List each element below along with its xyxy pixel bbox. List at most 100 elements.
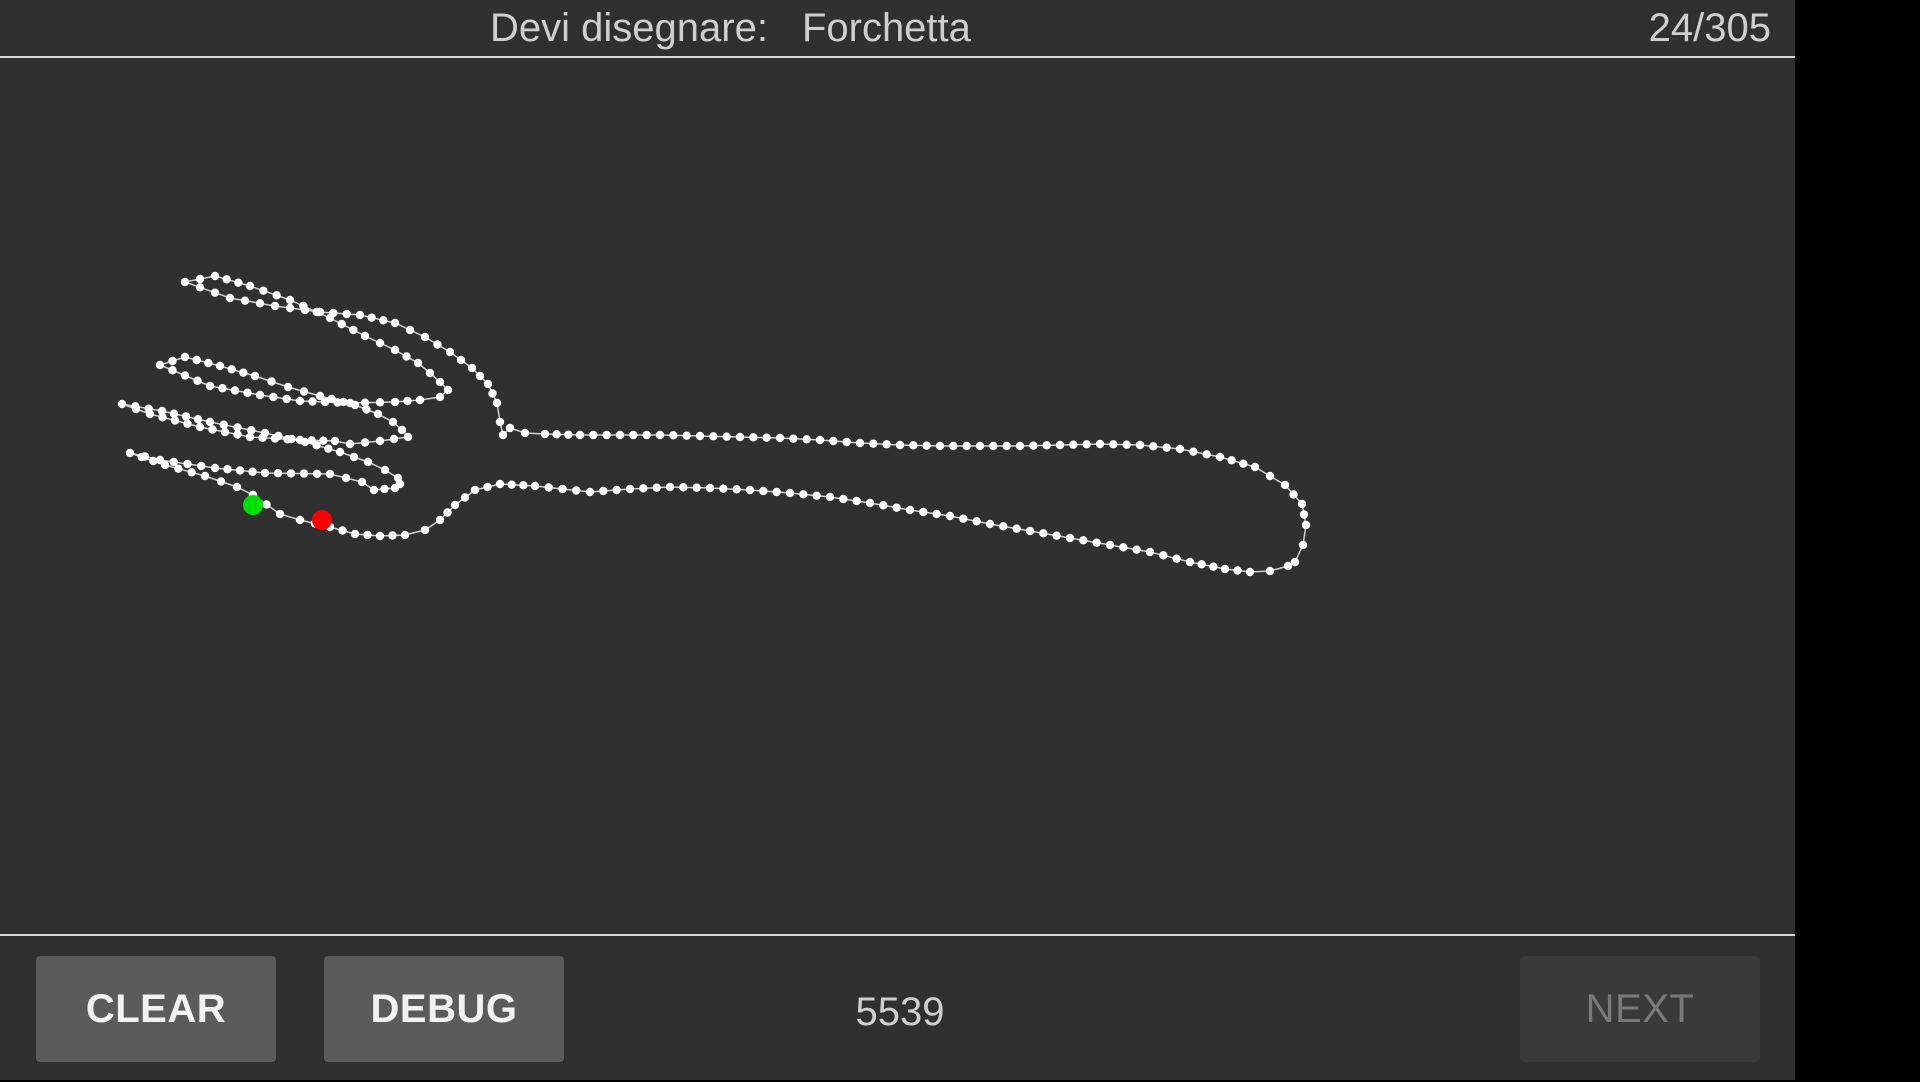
stroke-point <box>195 283 205 292</box>
stroke-point <box>879 501 888 510</box>
stroke-point <box>492 398 502 408</box>
stroke-point <box>355 310 365 320</box>
stroke-point <box>285 303 295 313</box>
stroke-point <box>507 480 516 489</box>
stroke-point <box>335 447 345 457</box>
stroke-point <box>483 482 492 492</box>
stroke-point <box>475 371 485 381</box>
stroke-point <box>722 432 731 441</box>
stroke-point <box>456 355 466 365</box>
stroke-point <box>400 530 410 540</box>
stroke-point <box>865 498 875 508</box>
stroke-point <box>629 430 638 440</box>
stroke-point <box>1185 557 1195 567</box>
stroke-point <box>558 484 567 494</box>
stroke-point <box>155 455 165 465</box>
stroke-point <box>1289 490 1298 499</box>
stroke-point <box>945 511 955 521</box>
stroke-point <box>192 355 201 365</box>
stroke-point <box>239 368 248 377</box>
stroke-point <box>949 441 958 451</box>
stroke-point <box>363 530 372 540</box>
stroke-point <box>195 422 205 432</box>
stroke-point <box>709 432 718 441</box>
stroke-point <box>759 486 768 496</box>
drawing-canvas[interactable] <box>0 58 1795 934</box>
stroke-point <box>544 483 553 492</box>
stroke-point <box>1095 439 1105 449</box>
stroke-point <box>1145 547 1155 557</box>
stroke-point <box>210 288 220 297</box>
stroke-point <box>825 492 835 502</box>
stroke-point <box>230 386 240 395</box>
next-button[interactable]: NEXT <box>1520 956 1760 1062</box>
stroke-point <box>1012 524 1021 533</box>
stroke-point <box>285 295 295 305</box>
stroke-point <box>168 366 177 375</box>
stroke-point <box>205 417 215 427</box>
stroke-point <box>959 514 968 523</box>
stroke-point <box>283 435 292 444</box>
stroke-point <box>325 469 335 479</box>
stroke-point <box>1055 440 1065 450</box>
clear-button[interactable]: CLEAR <box>36 956 276 1062</box>
stroke-point <box>1250 462 1260 472</box>
stroke-point <box>208 425 217 434</box>
stroke-point <box>232 482 242 492</box>
drawing-stroke-line <box>121 275 1307 573</box>
stroke-point <box>749 433 758 442</box>
stroke-point <box>195 274 205 284</box>
debug-button[interactable]: DEBUG <box>324 956 564 1062</box>
stroke-point <box>390 345 400 355</box>
stroke-point <box>388 417 398 427</box>
stroke-point <box>183 459 192 469</box>
stroke-point <box>935 441 945 451</box>
stroke-point <box>260 468 270 478</box>
stroke-point <box>488 389 497 398</box>
stroke-point <box>1197 560 1206 569</box>
stroke-point <box>1298 540 1308 550</box>
stroke-point <box>248 467 257 476</box>
stroke-point <box>695 431 705 441</box>
stroke-point <box>299 469 309 478</box>
stroke-point <box>225 293 235 303</box>
stroke-point <box>324 444 333 453</box>
stroke-point <box>812 491 821 500</box>
stroke-point <box>349 325 358 335</box>
stroke-point <box>390 318 400 328</box>
stroke-point <box>1265 471 1275 481</box>
stroke-point <box>117 399 127 409</box>
stroke-point <box>180 371 190 380</box>
stroke-point <box>775 433 785 443</box>
stroke-point <box>1015 441 1025 451</box>
stroke-point <box>315 307 325 317</box>
stroke-point <box>829 436 838 446</box>
stroke-point <box>312 469 322 478</box>
stroke-point <box>842 437 851 447</box>
stroke-point <box>405 325 415 335</box>
stroke-point <box>435 515 445 525</box>
stroke-point <box>575 430 585 440</box>
stroke-point <box>223 465 232 474</box>
stroke-point <box>1245 567 1255 577</box>
stroke-point <box>1227 456 1236 465</box>
stroke-point <box>403 432 413 442</box>
stroke-point <box>227 365 236 374</box>
stroke-point <box>1039 529 1048 538</box>
stroke-point <box>505 423 515 433</box>
stroke-point <box>169 457 178 467</box>
stroke-point <box>602 430 611 440</box>
stroke-point <box>1025 526 1035 536</box>
stroke-point <box>215 361 225 371</box>
stroke-point <box>470 485 480 495</box>
stroke-point <box>205 381 215 391</box>
stroke-point <box>1202 450 1211 459</box>
stroke-point <box>125 448 135 458</box>
stroke-point <box>435 377 445 387</box>
stroke-point <box>180 352 190 362</box>
stroke-point <box>342 309 351 319</box>
stroke-point <box>181 412 191 421</box>
stroke-point <box>762 433 771 442</box>
stroke-point <box>204 358 213 368</box>
stroke-point <box>564 430 573 439</box>
